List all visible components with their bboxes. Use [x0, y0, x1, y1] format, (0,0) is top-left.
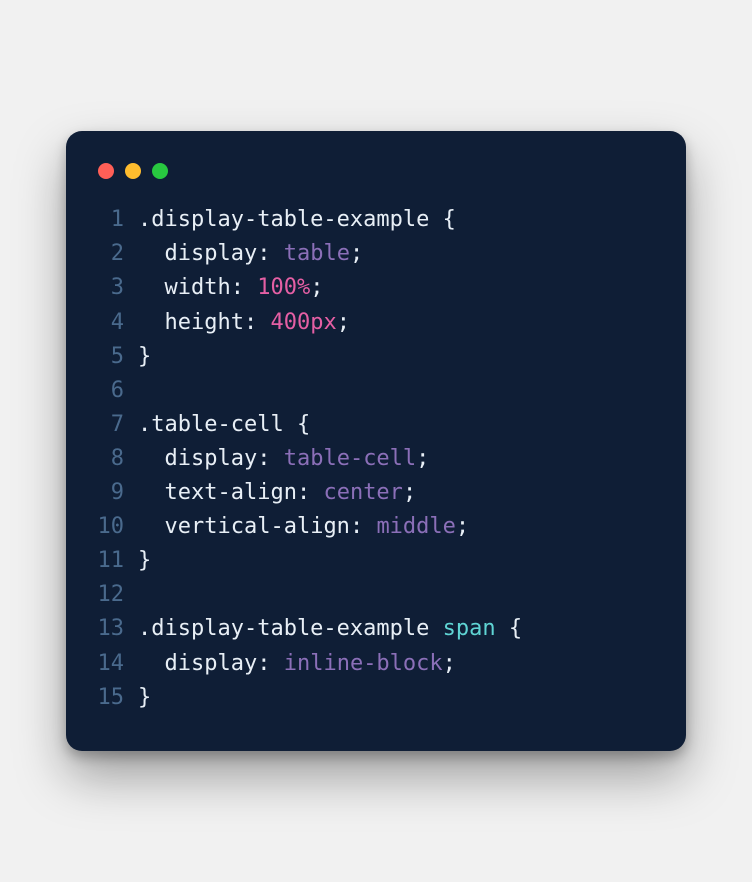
line-number: 8	[94, 442, 138, 476]
token-property: vertical-align	[165, 514, 350, 539]
token-brace: {	[443, 207, 456, 232]
token-selector: .display-table-example	[138, 207, 443, 232]
line-content: vertical-align: middle;	[138, 510, 469, 544]
code-line: 1.display-table-example {	[94, 203, 658, 237]
token-property: text-align	[165, 480, 297, 505]
line-number: 14	[94, 647, 138, 681]
line-content: width: 100%;	[138, 271, 323, 305]
code-line: 11}	[94, 544, 658, 578]
code-line: 15}	[94, 681, 658, 715]
line-content	[138, 578, 151, 612]
code-line: 14 display: inline-block;	[94, 647, 658, 681]
code-line: 8 display: table-cell;	[94, 442, 658, 476]
token-val-keyword: table	[284, 241, 350, 266]
code-block: 1.display-table-example {2 display: tabl…	[94, 203, 658, 714]
token-tag: span	[443, 616, 496, 641]
token-content	[138, 241, 165, 266]
token-property: display	[165, 651, 258, 676]
line-content: }	[138, 681, 151, 715]
code-line: 7.table-cell {	[94, 408, 658, 442]
token-colon: :	[257, 241, 284, 266]
token-val-number: 400px	[270, 310, 336, 335]
line-number: 13	[94, 612, 138, 646]
line-content: .display-table-example span {	[138, 612, 522, 646]
minimize-icon[interactable]	[125, 163, 141, 179]
code-line: 5}	[94, 340, 658, 374]
token-val-keyword: center	[323, 480, 402, 505]
code-line: 9 text-align: center;	[94, 476, 658, 510]
line-number: 11	[94, 544, 138, 578]
code-line: 10 vertical-align: middle;	[94, 510, 658, 544]
token-colon: :	[231, 275, 258, 300]
token-content	[138, 480, 165, 505]
line-content: }	[138, 340, 151, 374]
token-content	[138, 275, 165, 300]
token-val-keyword: table-cell	[284, 446, 416, 471]
line-number: 7	[94, 408, 138, 442]
token-brace: {	[297, 412, 310, 437]
token-semi: ;	[310, 275, 323, 300]
line-content: display: inline-block;	[138, 647, 456, 681]
line-content: height: 400px;	[138, 306, 350, 340]
token-semi: ;	[416, 446, 429, 471]
line-number: 3	[94, 271, 138, 305]
code-window: 1.display-table-example {2 display: tabl…	[66, 131, 686, 750]
token-selector	[496, 616, 509, 641]
token-semi: ;	[403, 480, 416, 505]
token-content	[138, 310, 165, 335]
token-val-keyword: middle	[376, 514, 455, 539]
code-line: 3 width: 100%;	[94, 271, 658, 305]
token-property: height	[165, 310, 244, 335]
token-semi: ;	[337, 310, 350, 335]
token-property: display	[165, 446, 258, 471]
token-content	[138, 446, 165, 471]
token-val-number: 100%	[257, 275, 310, 300]
token-brace: {	[509, 616, 522, 641]
code-line: 13.display-table-example span {	[94, 612, 658, 646]
token-semi: ;	[350, 241, 363, 266]
code-line: 2 display: table;	[94, 237, 658, 271]
line-content: .display-table-example {	[138, 203, 456, 237]
line-number: 15	[94, 681, 138, 715]
code-line: 12	[94, 578, 658, 612]
line-content	[138, 374, 151, 408]
token-semi: ;	[443, 651, 456, 676]
line-content: }	[138, 544, 151, 578]
code-line: 4 height: 400px;	[94, 306, 658, 340]
line-number: 6	[94, 374, 138, 408]
token-colon: :	[350, 514, 377, 539]
token-property: display	[165, 241, 258, 266]
zoom-icon[interactable]	[152, 163, 168, 179]
line-number: 4	[94, 306, 138, 340]
token-selector: .table-cell	[138, 412, 297, 437]
line-content: text-align: center;	[138, 476, 416, 510]
token-val-keyword: inline-block	[284, 651, 443, 676]
line-number: 12	[94, 578, 138, 612]
code-line: 6	[94, 374, 658, 408]
token-colon: :	[257, 446, 284, 471]
traffic-lights	[94, 155, 658, 203]
line-content: .table-cell {	[138, 408, 310, 442]
token-colon: :	[244, 310, 271, 335]
line-number: 5	[94, 340, 138, 374]
line-content: display: table-cell;	[138, 442, 429, 476]
line-content: display: table;	[138, 237, 363, 271]
token-content	[138, 651, 165, 676]
token-selector: .display-table-example	[138, 616, 443, 641]
token-colon: :	[257, 651, 284, 676]
token-brace: }	[138, 548, 151, 573]
token-semi: ;	[456, 514, 469, 539]
token-brace: }	[138, 344, 151, 369]
line-number: 2	[94, 237, 138, 271]
token-property: width	[165, 275, 231, 300]
token-colon: :	[297, 480, 324, 505]
line-number: 9	[94, 476, 138, 510]
token-content	[138, 514, 165, 539]
line-number: 10	[94, 510, 138, 544]
token-brace: }	[138, 685, 151, 710]
line-number: 1	[94, 203, 138, 237]
close-icon[interactable]	[98, 163, 114, 179]
